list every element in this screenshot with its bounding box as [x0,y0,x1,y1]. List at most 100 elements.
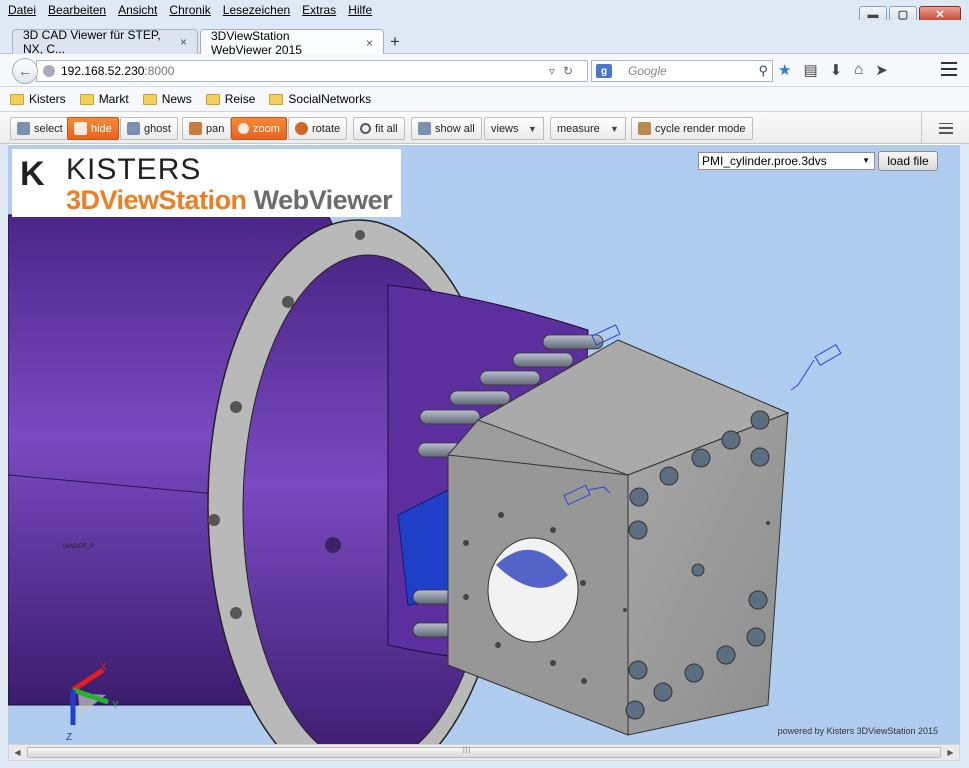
hide-button[interactable]: hide [67,117,119,140]
fit-all-label: fit all [375,122,398,135]
measure-dropdown-icon[interactable]: ▼ [604,117,626,140]
menu-chronik[interactable]: Chronik [169,3,210,17]
views-button[interactable]: views [484,117,526,140]
nav-icons: ★ ▤ ⬇ ⌂ ➤ [778,61,888,79]
navigation-bar: 192.168.52.230:8000 ▿↻ ← g Google ⚲ ★ ▤ … [0,54,969,87]
menu-bar: Datei Bearbeiten Ansicht Chronik Lesezei… [0,0,969,20]
bookmark-label: SocialNetworks [288,92,372,106]
menu-ansicht[interactable]: Ansicht [118,3,157,17]
zoom-button[interactable]: zoom [231,117,287,140]
show-all-button[interactable]: show all [411,117,482,140]
bookmark-markt[interactable]: Markt [79,92,129,106]
tab-label: 3DViewStation WebViewer 2015 [211,28,302,57]
url-port: :8000 [144,64,175,78]
select-label: select [34,122,63,135]
globe-icon [43,65,55,77]
select-button[interactable]: select [10,117,70,140]
zoom-label: zoom [253,122,280,135]
fit-all-button[interactable]: fit all [353,117,405,140]
bookmarks-bar: Kisters Markt News Reise SocialNetworks [0,87,969,112]
browser-menu-icon[interactable] [941,62,957,76]
ghost-label: ghost [144,122,171,135]
tab-close-icon[interactable]: × [180,35,187,49]
send-icon[interactable]: ➤ [875,61,888,79]
bookmark-label: Markt [98,92,129,106]
logo-product: 3DViewStation WebViewer [66,185,393,216]
logo-product-orange: 3DViewStation [66,185,247,215]
show-all-icon [418,122,431,135]
kisters-k-icon: K [20,155,45,193]
axis-x-label: X [100,662,107,673]
back-button[interactable]: ← [12,58,38,84]
bookmark-label: Kisters [29,92,66,106]
folder-icon [79,93,94,105]
tab-3d-cad-viewer[interactable]: 3D CAD Viewer für STEP, NX, C... × [12,28,198,56]
scroll-thumb[interactable] [27,747,941,758]
chevron-down-icon: ▼ [862,156,870,165]
bookmark-label: News [161,92,192,106]
download-icon[interactable]: ⬇ [830,61,843,79]
scroll-right-icon[interactable]: ▶ [942,745,959,760]
menu-hilfe[interactable]: Hilfe [348,3,372,17]
tab-webviewer[interactable]: 3DViewStation WebViewer 2015 × [200,28,384,57]
ghost-button[interactable]: ghost [120,117,178,140]
google-icon[interactable]: g [596,64,612,78]
model-select[interactable]: PMI_cylinder.proe.3dvs ▼ [698,152,875,170]
logo-product-gray: WebViewer [253,185,393,215]
show-all-label: show all [435,122,475,135]
reload-icon[interactable]: ▿↻ [549,64,581,78]
url-host: 192.168.52.230 [61,64,145,78]
views-dropdown-icon[interactable]: ▼ [522,117,544,140]
tab-bar: 3D CAD Viewer für STEP, NX, C... × 3DVie… [0,20,969,57]
folder-icon [10,93,24,105]
folder-icon [205,93,220,105]
bookmark-label: Reise [224,92,256,106]
clipboard-icon[interactable]: ▤ [803,61,817,79]
cad-model-render[interactable]: MINDER_P X Y Z [8,145,960,744]
search-box[interactable]: g Google ⚲ [591,60,773,82]
pan-icon [189,122,202,135]
cycle-render-mode-label: cycle render mode [655,122,746,135]
views-label: views [491,122,519,135]
home-icon[interactable]: ⌂ [854,61,863,79]
menu-datei[interactable]: Datei [8,3,36,17]
back-arrow-icon: ← [18,63,32,79]
scroll-left-icon[interactable]: ◀ [9,745,26,760]
kisters-logo: K KISTERS 3DViewStation WebViewer [12,149,401,217]
hamburger-icon [938,122,953,134]
menu-lesezeichen[interactable]: Lesezeichen [223,3,290,17]
cycle-render-mode-button[interactable]: cycle render mode [631,117,753,140]
axis-z-label: Z [66,732,72,743]
window-frame-bottom [0,761,969,768]
bookmark-reise[interactable]: Reise [205,92,256,106]
3d-viewport[interactable]: MINDER_P X Y Z K KISTERS 3DViewStation W… [8,145,960,744]
measure-label: measure [557,122,600,135]
pmi-label: MINDER_P [63,544,94,550]
search-icon[interactable]: ⚲ [758,63,768,79]
menu-bearbeiten[interactable]: Bearbeiten [48,3,106,17]
bookmark-news[interactable]: News [142,92,192,106]
powered-by-text: powered by Kisters 3DViewStation 2015 [777,726,938,736]
axis-y-label: Y [112,700,119,711]
rotate-label: rotate [312,122,341,135]
bookmark-socialnetworks[interactable]: SocialNetworks [269,92,371,106]
new-tab-button[interactable]: + [390,32,400,52]
ghost-icon [127,122,140,135]
pan-label: pan [206,122,225,135]
viewer-menu-button[interactable] [921,112,969,144]
pan-button[interactable]: pan [182,117,232,140]
search-placeholder: Google [628,64,667,78]
hide-label: hide [91,122,112,135]
bookmark-star-icon[interactable]: ★ [778,61,791,79]
bookmark-kisters[interactable]: Kisters [10,92,66,106]
select-icon [17,122,30,135]
scroll-grip-icon: ||| [463,747,472,754]
address-bar[interactable]: 192.168.52.230:8000 ▿↻ [36,60,588,82]
tab-close-icon[interactable]: × [366,36,373,50]
rotate-button[interactable]: rotate [288,117,348,140]
menu-extras[interactable]: Extras [302,3,336,17]
measure-button[interactable]: measure [550,117,607,140]
horizontal-scrollbar[interactable]: ◀ ||| ▶ [8,744,960,761]
load-file-button[interactable]: load file [878,151,938,171]
folder-icon [269,93,284,105]
